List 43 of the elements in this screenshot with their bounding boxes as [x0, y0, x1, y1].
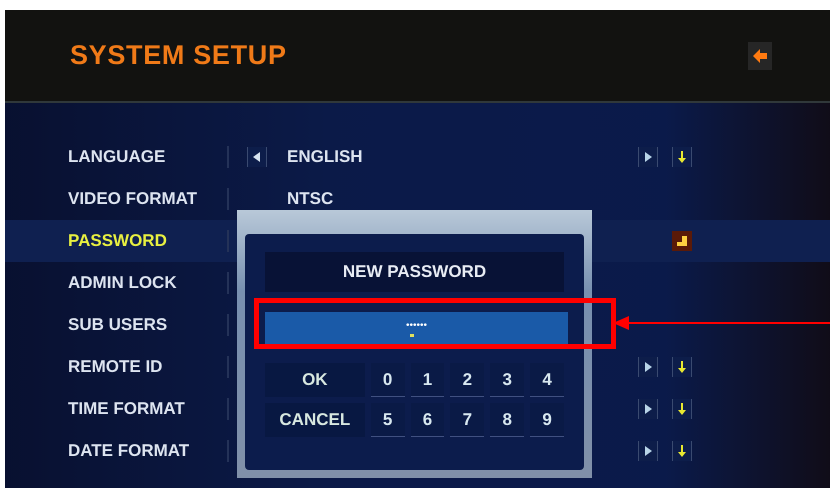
down-arrow-button[interactable] — [672, 357, 692, 377]
setting-label[interactable]: ADMIN LOCK — [5, 270, 227, 296]
keypad-key[interactable]: 9 — [530, 403, 564, 437]
right-triangle-icon — [644, 404, 652, 414]
keypad-key[interactable]: 0 — [370, 363, 404, 397]
setting-label[interactable]: TIME FORMAT — [5, 396, 227, 422]
screen-title: SYSTEM SETUP — [70, 39, 287, 72]
down-arrow-button[interactable] — [672, 399, 692, 419]
keypad-key[interactable]: 1 — [410, 363, 444, 397]
setting-value: ENGLISH — [287, 147, 363, 166]
down-arrow-button[interactable] — [672, 441, 692, 461]
right-triangle-icon — [644, 152, 652, 162]
keypad-key[interactable]: 5 — [370, 403, 404, 437]
down-arrow-icon — [677, 151, 687, 163]
setting-label[interactable]: LANGUAGE — [5, 144, 227, 170]
keypad-key[interactable]: 4 — [530, 363, 564, 397]
down-arrow-button[interactable] — [672, 147, 692, 167]
setting-label[interactable]: DATE FORMAT — [5, 438, 227, 464]
down-arrow-icon — [677, 403, 687, 415]
down-arrow-icon — [677, 445, 687, 457]
keypad-key[interactable]: 3 — [490, 363, 524, 397]
setting-label[interactable]: VIDEO FORMAT — [5, 186, 227, 212]
setting-label[interactable]: PASSWORD — [5, 228, 227, 254]
keypad-key[interactable]: 6 — [410, 403, 444, 437]
enter-icon — [676, 235, 688, 247]
setting-label[interactable]: REMOTE ID — [5, 354, 227, 380]
password-field[interactable]: •••••• — [265, 312, 568, 345]
dialog-button[interactable]: CANCEL — [265, 403, 365, 437]
setting-value: NTSC — [287, 189, 334, 208]
left-triangle-icon — [253, 152, 261, 162]
setting-label[interactable]: SUB USERS — [5, 312, 227, 338]
left-arrow-button[interactable] — [247, 147, 267, 167]
keypad-key[interactable]: 8 — [490, 403, 524, 437]
back-button[interactable] — [748, 42, 772, 70]
enter-button[interactable] — [672, 231, 692, 251]
down-arrow-icon — [677, 361, 687, 373]
left-arrow-icon — [753, 48, 767, 62]
keypad-key[interactable]: 7 — [450, 403, 484, 437]
dialog-title: NEW PASSWORD — [265, 252, 564, 292]
right-triangle-icon — [644, 362, 652, 372]
keypad-key[interactable]: 2 — [450, 363, 484, 397]
right-triangle-icon — [644, 446, 652, 456]
dialog-button[interactable]: OK — [265, 363, 365, 397]
